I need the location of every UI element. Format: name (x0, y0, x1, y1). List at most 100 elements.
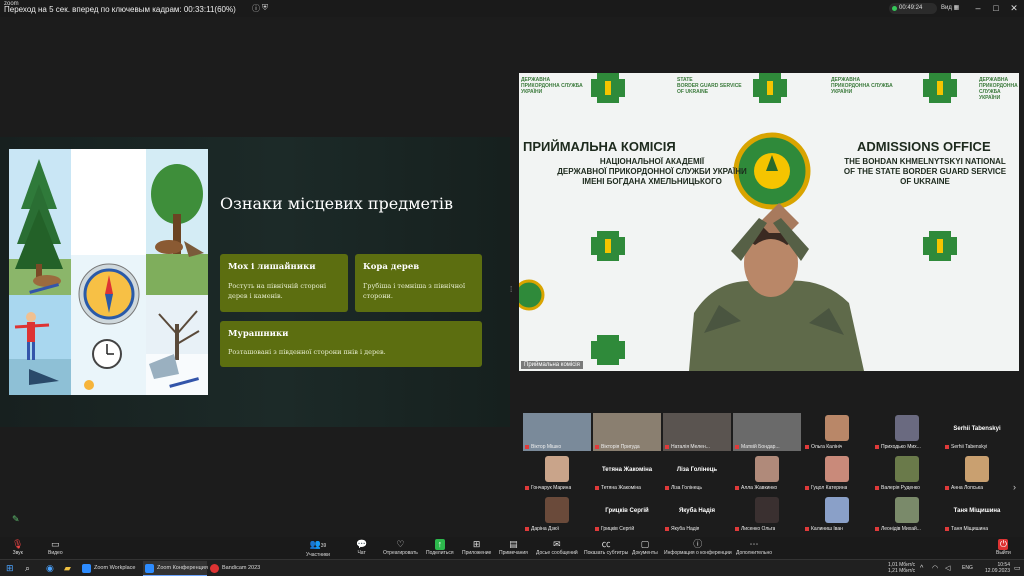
wifi-icon[interactable]: ◠ (932, 563, 938, 574)
avatar (895, 456, 919, 482)
participant-tile[interactable]: Алла Жавкинко (733, 454, 801, 492)
language-indicator[interactable]: ENG (962, 565, 973, 571)
close-icon[interactable]: ✕ (1008, 2, 1020, 14)
message-icon: ✉ (553, 539, 561, 549)
captions-button[interactable]: ㏄ Показать субтитры (584, 539, 628, 556)
meeting-timer[interactable]: 00:49:24 (889, 3, 937, 14)
clock[interactable]: 10:54 12.09.2023 (980, 562, 1010, 574)
resize-handle-icon[interactable]: ⁞ (510, 285, 512, 294)
speaker-name-tag: Приймальна комісія (521, 361, 583, 369)
backdrop-small-right: ДЕРЖАВНА ПРИКОРДОННА СЛУЖБА УКРАЇНИ (979, 77, 1018, 101)
participant-tile[interactable]: Наталія Мелен... (663, 413, 731, 451)
participant-tile[interactable]: Анна Лопська (943, 454, 1011, 492)
participants-button[interactable]: 👥39 Участники (306, 539, 330, 558)
apps-icon: ⊞ (472, 539, 481, 549)
participant-tile[interactable]: Вікторія Пригуда (593, 413, 661, 451)
notes-icon: ▤ (509, 539, 518, 549)
card-heading: Мурашники (228, 329, 289, 339)
participant-tile[interactable]: Грицків Сергій Грицків Сергій (593, 495, 661, 533)
audio-button[interactable]: 🎙 Звук (12, 539, 23, 556)
card-text: Ростуть на північній стороні дерев і кам… (228, 282, 327, 300)
participant-tile[interactable]: Лисенко Ольга (733, 495, 801, 533)
cc-icon: ㏄ (601, 539, 611, 549)
participant-tile[interactable]: Тетяна Жакоміна Тетяна Жакоміна (593, 454, 661, 492)
speaker-video[interactable]: ПРИЙМАЛЬНА КОМІСІЯ НАЦІОНАЛЬНОЇ АКАДЕМІЇ… (519, 73, 1019, 371)
zoom-icon (82, 564, 91, 573)
taskbar-bandicam[interactable]: Bandicam 2023 (208, 561, 268, 576)
windows-taskbar: ⊞ ⌕ ◉ ▰ Zoom Workplace Zoom Конференция … (0, 559, 1024, 576)
slide-title: Ознаки місцевих предметів (220, 194, 453, 213)
participant-tile[interactable]: Ліза Голінець Ліза Голінець (663, 454, 731, 492)
minimize-icon[interactable]: – (972, 2, 984, 14)
documents-button[interactable]: ▢ Документы (632, 539, 658, 556)
card-text: Розташовані з південної сторони пнів і д… (228, 348, 386, 356)
windows-start-icon[interactable]: ⊞ (6, 563, 14, 574)
backdrop-sub-en: THE BOHDAN KHMELNYTSKYI NATIONAL OF THE … (843, 157, 1007, 186)
participant-tile[interactable]: Віктор Мішко (523, 413, 591, 451)
card-heading: Мох і лишайники (228, 262, 316, 272)
participant-tile[interactable]: Гончарук Марина (523, 454, 591, 492)
avatar (755, 497, 779, 523)
shield-icon[interactable]: ⛨ (262, 3, 268, 13)
meeting-info-button[interactable]: ⓘ Информация о конференции (664, 539, 732, 556)
info-icon[interactable]: ⓘ (252, 3, 260, 14)
view-menu-button[interactable]: Вид ▦ (941, 4, 959, 11)
backdrop-small-ua: ДЕРЖАВНА ПРИКОРДОННА СЛУЖБА УКРАЇНИ (831, 77, 893, 95)
title-bar: zoom Переход на 5 сек. вперед по ключевы… (0, 0, 1024, 17)
notes-button[interactable]: ▤ Примечания (499, 539, 528, 556)
taskbar-zoom-meeting[interactable]: Zoom Конференция (143, 561, 208, 576)
participant-tile[interactable]: Якуба Надія Якуба Надія (663, 495, 731, 533)
card-text: Грубіша і темніша з північної сторони. (363, 282, 466, 300)
microphone-muted-icon: 🎙 (12, 539, 24, 549)
avatar (895, 497, 919, 523)
folder-icon[interactable]: ▰ (64, 563, 71, 574)
participant-tile[interactable]: Леонідів Михай... (873, 495, 941, 533)
notifications-icon[interactable]: ▭ (1014, 563, 1021, 574)
participants-icon: 👥39 (309, 539, 327, 549)
video-button[interactable]: ▭ Видео (48, 539, 63, 556)
avatar (965, 456, 989, 482)
camera-icon: ▭ (51, 539, 60, 549)
annotate-icon[interactable]: ✎ (12, 514, 20, 525)
shared-slide: Ознаки місцевих предметів Мох і лишайник… (0, 137, 510, 427)
leave-icon: ⏻ (998, 539, 1009, 550)
backdrop-small-en: STATE BORDER GUARD SERVICE OF UKRAINE (677, 77, 742, 95)
more-button[interactable]: ⋯ Дополнительно (736, 539, 772, 556)
participant-tile[interactable]: Калиниш Іван (803, 495, 871, 533)
participant-tile[interactable]: Матвій Бондар... (733, 413, 801, 451)
orientation-illustration-svg (9, 149, 208, 395)
bandicam-icon (210, 564, 219, 573)
react-button[interactable]: ♡ Отреагировать (383, 539, 418, 556)
leave-button[interactable]: ⏻ Выйти (996, 539, 1011, 556)
volume-icon[interactable]: ◁ (945, 563, 950, 574)
avatar (825, 456, 849, 482)
card-moss: Мох і лишайники Ростуть на північній сто… (220, 254, 348, 312)
participant-tile[interactable]: Таня Міщишина Таня Міщишина (943, 495, 1011, 533)
card-bark: Кора дерев Грубіша і темніша з північної… (355, 254, 482, 312)
participant-tile[interactable]: Валерія Руденко (873, 454, 941, 492)
avatar (895, 415, 919, 441)
chat-button[interactable]: 💬 Чат (356, 539, 367, 556)
avatar (545, 456, 569, 482)
participant-tile[interactable]: Serhii Tabenskyi Serhii Tabenskyi (943, 413, 1011, 451)
apps-button[interactable]: ⊞ Приложение (462, 539, 491, 556)
avatar (545, 497, 569, 523)
info-icon: ⓘ (693, 539, 703, 549)
docs-button[interactable]: ✉ Досье сообщений (536, 539, 578, 556)
orientation-illustration (9, 149, 208, 395)
gallery-next-icon[interactable]: › (1013, 482, 1016, 492)
maximize-icon[interactable]: □ (990, 2, 1002, 14)
avatar (755, 456, 779, 482)
tray-chevron-icon[interactable]: ^ (920, 563, 923, 574)
document-icon: ▢ (640, 539, 650, 549)
backdrop-svg (519, 73, 1019, 371)
more-icon: ⋯ (749, 539, 759, 549)
edge-icon[interactable]: ◉ (46, 563, 54, 574)
participant-tile[interactable]: Ольга Калініч (803, 413, 871, 451)
taskbar-zoom-workplace[interactable]: Zoom Workplace (80, 561, 142, 576)
share-button[interactable]: ↑ Поделиться (426, 539, 454, 556)
participant-tile[interactable]: Даріна Дзюї (523, 495, 591, 533)
search-icon[interactable]: ⌕ (25, 563, 30, 574)
participant-tile[interactable]: Гуцол Катерина (803, 454, 871, 492)
participant-tile[interactable]: Приходько Мих... (873, 413, 941, 451)
